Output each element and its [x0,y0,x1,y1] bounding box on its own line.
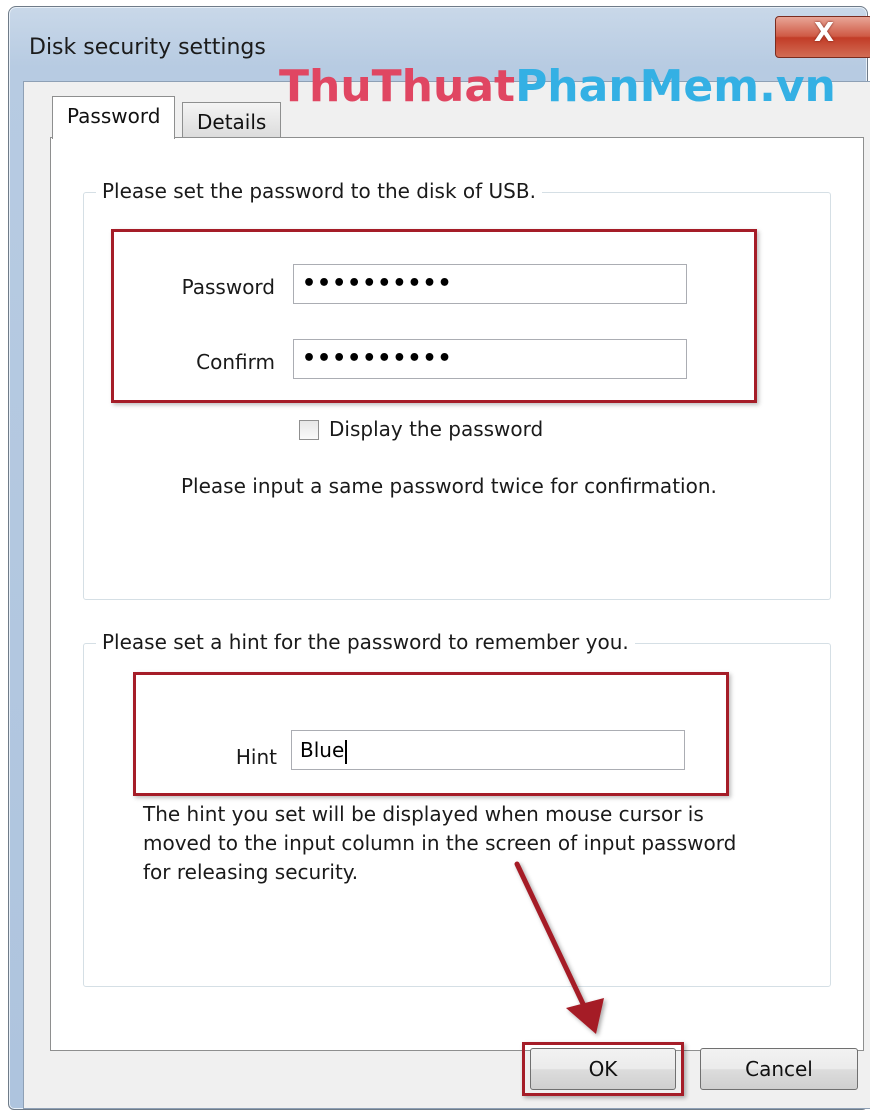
annotation-arrow-icon [514,861,604,1034]
tab-password[interactable]: Password [52,96,176,139]
